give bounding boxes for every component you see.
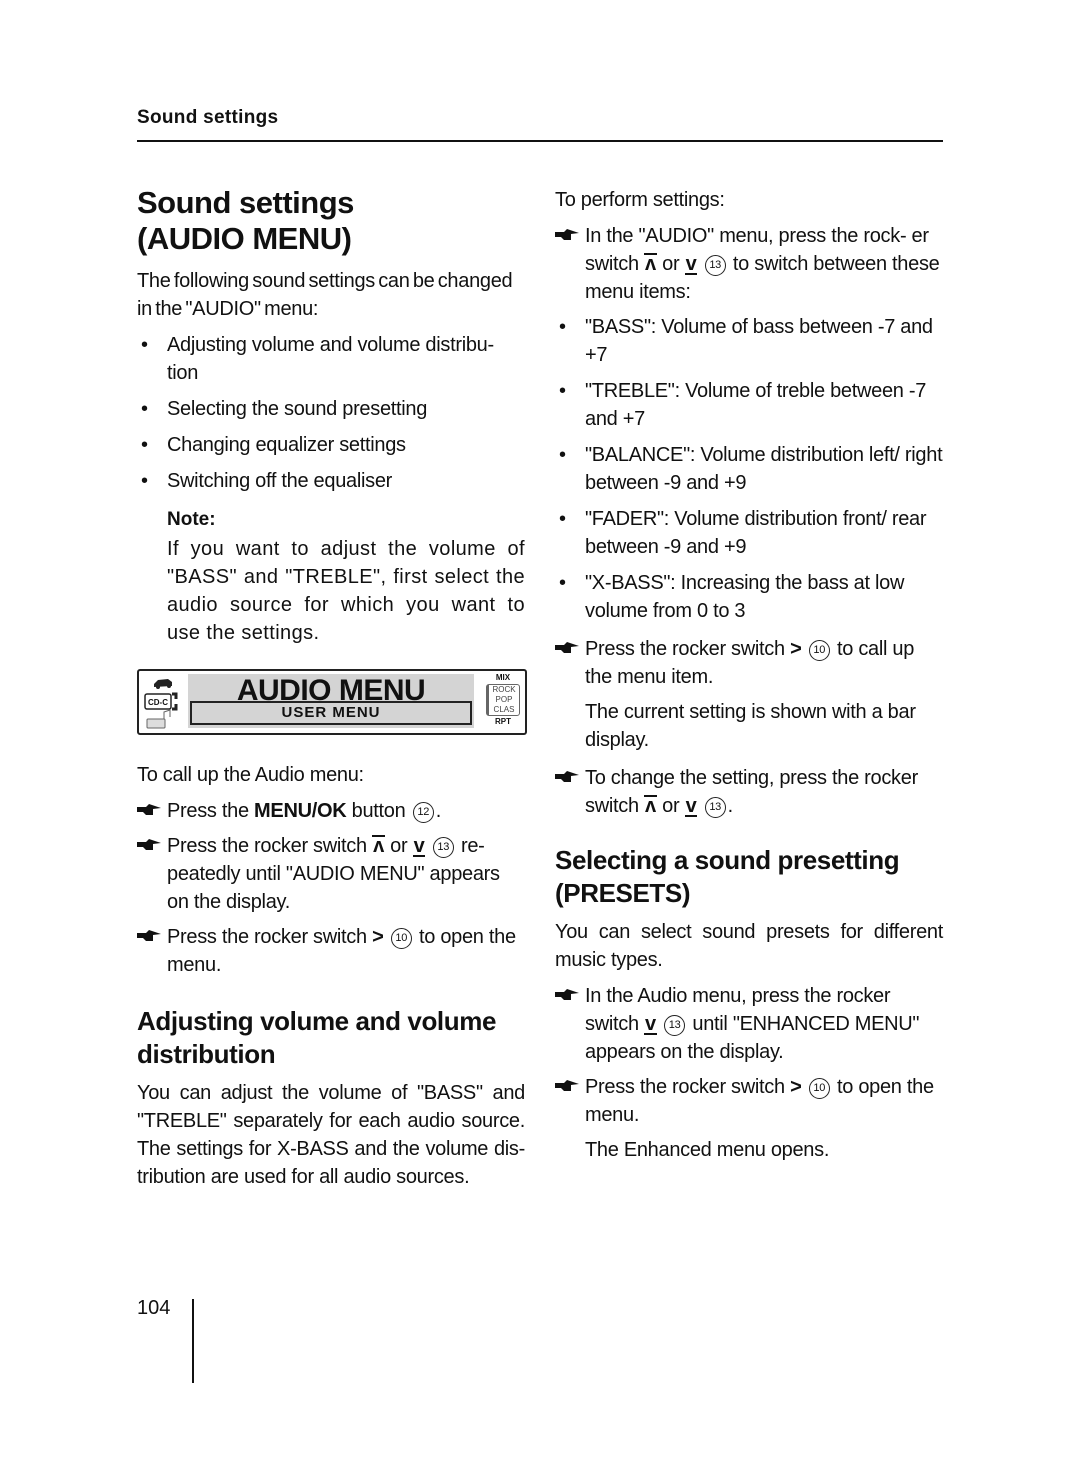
instruction-step: Press the rocker switch > 10 to open the… (137, 923, 525, 979)
callout-number: 12 (412, 802, 434, 823)
callout-number: 13 (704, 255, 726, 276)
callout-number: 13 (664, 1015, 686, 1036)
page-number-rule (192, 1299, 194, 1383)
list-item: Switching off the equaliser (137, 467, 525, 495)
instruction-step: In the Audio menu, press the rocker swit… (555, 982, 943, 1066)
rocker-down-icon: v (684, 795, 698, 817)
menu-items-list: "BASS": Volume of bass between -7 and +7… (555, 313, 943, 625)
section-volume-text: You can adjust the volume of "BASS" and … (137, 1082, 525, 1188)
preset-clas: CLAS (493, 705, 515, 714)
preset-indicators: ROCK POP CLAS (486, 684, 520, 716)
instruction-step: Press the MENU/OK button 12. (137, 797, 525, 825)
list-item: "BASS": Volume of bass between -7 and +7 (555, 313, 943, 369)
audio-menu-display: CD-C AUDIO MENU USER MENU MIX ROCK POP C… (137, 669, 527, 735)
list-item: Adjusting volume and volume distribu- ti… (137, 331, 525, 387)
callout-number: 10 (390, 928, 412, 949)
display-indicators: MIX ROCK POP CLAS RPT (485, 673, 521, 731)
rocker-down-icon: v (684, 253, 698, 275)
instruction-step: Press the rocker switch > 10 to open the… (555, 1073, 943, 1129)
list-item: "X-BASS": Increasing the bass at low vol… (555, 569, 943, 625)
rocker-down-icon: v (412, 835, 426, 857)
intro-text: The following sound settings can be chan… (137, 270, 513, 320)
note-text: If you want to adjust the volume of "BAS… (167, 538, 525, 644)
preset-rock: ROCK (492, 685, 516, 694)
step-result: The current setting is shown with a bar … (585, 701, 916, 751)
callout-number: 10 (808, 1078, 830, 1099)
pointing-hand-icon (555, 642, 579, 653)
mix-indicator: MIX (495, 673, 511, 682)
page-number: 104 (137, 1297, 171, 1319)
rocker-right-icon: > (790, 638, 802, 660)
rocker-up-icon: ʌ (644, 795, 657, 817)
page-title: Sound settings (AUDIO MENU) (137, 185, 525, 257)
rocker-up-icon: ʌ (644, 253, 657, 275)
presets-intro-text: You can select sound presets for differe… (555, 921, 943, 971)
instruction-step: Press the rocker switch ʌ or v 13 re- pe… (137, 832, 525, 916)
step-result: The Enhanced menu opens. (585, 1139, 830, 1161)
page-title-line1: Sound settings (137, 185, 354, 220)
source-icons: CD-C (144, 679, 178, 729)
pointing-hand-icon (137, 804, 161, 815)
page-title-line2: (AUDIO MENU) (137, 221, 352, 256)
menu-ok-label: MENU/OK (254, 800, 347, 822)
list-item: "FADER": Volume distribution front/ rear… (555, 505, 943, 561)
header-rule (137, 140, 943, 142)
list-item: "BALANCE": Volume distribution left/ rig… (555, 441, 943, 497)
pointing-hand-icon (555, 771, 579, 782)
instruction-step: In the "AUDIO" menu, press the rock- er … (555, 222, 943, 306)
running-head: Sound settings (137, 107, 279, 128)
display-subtitle: USER MENU (190, 701, 472, 725)
rocker-right-icon: > (372, 926, 384, 948)
cd-changer-icon: CD-C (144, 692, 178, 711)
rpt-indicator: RPT (495, 717, 511, 726)
call-up-intro: To call up the Audio menu: (137, 764, 364, 786)
pointing-hand-icon (555, 1080, 579, 1091)
pointing-hand-icon (137, 839, 161, 850)
section-heading-volume: Adjusting volume and volume distribution (137, 1006, 497, 1069)
left-column: Sound settings (AUDIO MENU) The followin… (137, 185, 527, 1199)
pointing-hand-icon (137, 930, 161, 941)
rocker-right-icon: > (790, 1076, 802, 1098)
pointing-hand-icon (555, 229, 579, 240)
callout-number: 13 (432, 837, 454, 858)
preset-pop: POP (495, 695, 513, 704)
car-icon (154, 679, 172, 689)
list-item: Changing equalizer settings (137, 431, 525, 459)
display-screen: AUDIO MENU USER MENU (188, 674, 474, 728)
rocker-down-icon: v (644, 1013, 657, 1035)
instruction-step: Press the rocker switch > 10 to call up … (555, 635, 943, 691)
instruction-step: To change the setting, press the rocker … (555, 764, 943, 820)
mp3-icon (146, 709, 171, 729)
note-label: Note: (167, 509, 216, 530)
list-item: Selecting the sound presetting (137, 395, 525, 423)
rocker-up-icon: ʌ (372, 835, 385, 857)
callout-number: 13 (704, 797, 726, 818)
right-column: To perform settings: In the "AUDIO" menu… (555, 186, 943, 1172)
perform-intro: To perform settings: (555, 189, 725, 211)
pointing-hand-icon (555, 989, 579, 1000)
cd-label: CD-C (148, 698, 168, 707)
section-heading-presets: Selecting a sound presetting (PRESETS) (555, 845, 900, 908)
list-item: "TREBLE": Volume of treble between -7 an… (555, 377, 943, 433)
callout-number: 10 (808, 640, 830, 661)
feature-list: Adjusting volume and volume distribu- ti… (137, 331, 525, 495)
